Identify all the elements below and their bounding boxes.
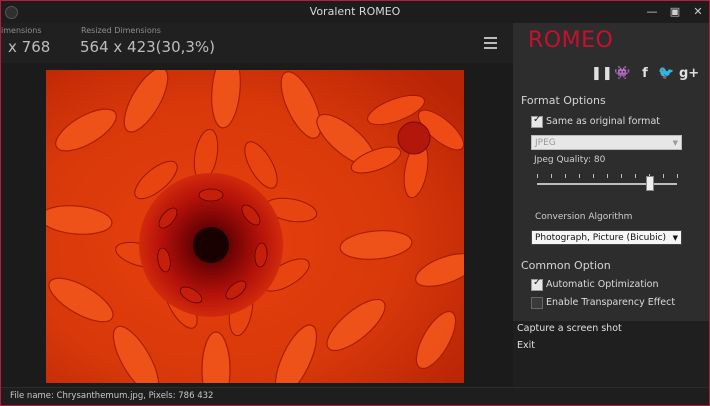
space-invader-icon[interactable]: 👾 [614, 66, 630, 81]
chevron-down-icon: ▼ [672, 139, 678, 147]
slider-tick [537, 174, 538, 178]
maximize-button[interactable]: ▣ [665, 4, 685, 20]
capture-screenshot-menu-item[interactable]: Capture a screen shot [517, 323, 622, 334]
check-icon: ✓ [533, 277, 542, 288]
dimensions-header: imensions x 768 Resized Dimensions 564 x… [1, 23, 513, 63]
window-title: Voralent ROMEO [309, 5, 401, 18]
options-panel: ROMEO ❚❚ 👾 f 🐦 g+ Format Options ✓ Same … [513, 23, 709, 321]
slider-tick [565, 174, 566, 178]
twitter-icon[interactable]: 🐦 [658, 66, 674, 81]
format-select[interactable]: JPEG ▼ [531, 135, 682, 150]
same-as-original-checkbox[interactable]: ✓ [531, 114, 543, 128]
transparency-checkbox[interactable] [531, 297, 543, 309]
menu-icon[interactable] [484, 37, 498, 49]
pause-icon[interactable]: ❚❚ [591, 66, 613, 81]
slider-tick [579, 174, 580, 178]
format-options-title: Format Options [521, 94, 606, 107]
slider-tick [663, 174, 664, 178]
original-dimensions-value: x 768 [8, 38, 51, 56]
same-as-original-label: Same as original format [546, 116, 660, 127]
slider-tick [621, 174, 622, 178]
format-select-value: JPEG [535, 138, 556, 148]
slider-tick [677, 174, 678, 178]
slider-tick [551, 174, 552, 178]
original-dimensions-label: imensions [1, 26, 42, 35]
facebook-icon[interactable]: f [637, 66, 653, 81]
automatic-optimization-checkbox[interactable]: ✓ [531, 277, 543, 291]
automatic-optimization-label: Automatic Optimization [546, 279, 659, 290]
chevron-down-icon: ▼ [672, 234, 678, 242]
common-option-title: Common Option [521, 259, 611, 272]
brand-logo: ROMEO [528, 28, 614, 53]
title-bar: Voralent ROMEO — ▣ ✕ [1, 1, 709, 23]
slider-tick [607, 174, 608, 178]
status-bar: File name: Chrysanthemum.jpg, Pixels: 78… [1, 387, 709, 405]
preview-image [46, 70, 464, 383]
google-plus-icon[interactable]: g+ [679, 66, 699, 81]
image-preview-area [1, 63, 513, 387]
transparency-label: Enable Transparency Effect [546, 297, 676, 308]
slider-tick [635, 174, 636, 178]
status-text: File name: Chrysanthemum.jpg, Pixels: 78… [10, 391, 214, 401]
app-window: Voralent ROMEO — ▣ ✕ imensions x 768 Res… [0, 0, 710, 406]
resized-dimensions-value: 564 x 423(30,3%) [80, 38, 216, 56]
exit-menu-item[interactable]: Exit [517, 340, 535, 351]
jpeg-quality-slider-thumb[interactable] [646, 176, 654, 191]
conversion-algorithm-select[interactable]: Photograph, Picture (Bicubic) ▼ [531, 230, 682, 245]
check-icon: ✓ [533, 114, 542, 125]
close-button[interactable]: ✕ [688, 4, 708, 20]
jpeg-quality-label: Jpeg Quality: 80 [534, 155, 606, 165]
minimize-button[interactable]: — [642, 4, 662, 20]
jpeg-quality-slider[interactable] [537, 183, 677, 185]
conversion-algorithm-value: Photograph, Picture (Bicubic) [535, 233, 667, 243]
chrysanthemum-picture [46, 70, 464, 383]
conversion-algorithm-label: Conversion Algorithm [535, 212, 633, 222]
slider-tick [593, 174, 594, 178]
resized-dimensions-label: Resized Dimensions [81, 26, 161, 35]
